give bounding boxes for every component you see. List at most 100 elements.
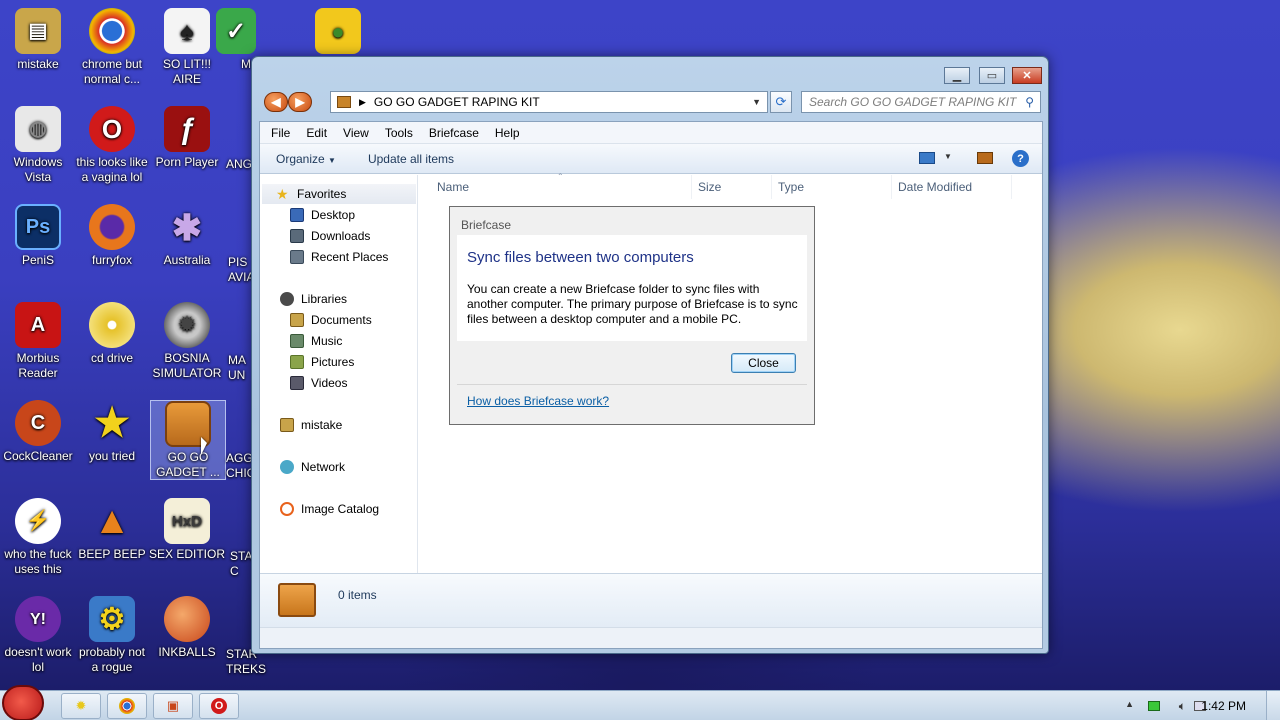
desktop-icon-bosnia-simulator[interactable]: ✹ BOSNIA SIMULATOR [149, 302, 225, 381]
clock[interactable]: 1:42 PM [1201, 699, 1246, 713]
menu-file[interactable]: File [263, 126, 298, 140]
desktop-icon-you-tried[interactable]: ★ you tried [74, 400, 150, 464]
dialog-close-button[interactable]: Close [731, 353, 796, 373]
search-icon[interactable]: ⚲ [1025, 95, 1034, 109]
minimize-button[interactable]: ▁ [944, 67, 970, 84]
desktop-icon-chrome[interactable]: chrome but normal c... [74, 8, 150, 87]
desktop-icon-partial-pig[interactable]: ● [312, 8, 364, 57]
desktop-icon-label: CockCleaner [3, 449, 73, 463]
breadcrumb[interactable]: GO GO GADGET RAPING KIT [374, 95, 540, 109]
pig-icon: ● [315, 8, 361, 54]
nav-label: Downloads [311, 229, 371, 243]
help-link[interactable]: How does Briefcase work? [467, 394, 609, 408]
desktop-icon-label: BEEP BEEP [78, 547, 146, 561]
desktop-icon-go-go-gadget[interactable]: GO GO GADGET ... [150, 400, 226, 480]
column-size[interactable]: Size [698, 175, 772, 199]
nav-network[interactable]: Network [280, 457, 345, 477]
forward-button[interactable]: ▶ [288, 92, 312, 112]
music-icon [290, 334, 304, 348]
tray-expand-icon[interactable]: ▲ [1125, 699, 1134, 709]
command-bar: Organize ▼ Update all items ▼ ? [260, 144, 1042, 174]
desktop-icon-opera[interactable]: O this looks like a vagina lol [74, 106, 150, 185]
desktop-icon-cd-drive[interactable]: cd drive [74, 302, 150, 366]
libraries-icon [280, 292, 294, 306]
desktop-icon-inkballs[interactable]: INKBALLS [149, 596, 225, 660]
dialog-body: Sync files between two computers You can… [457, 235, 807, 341]
window-close-button[interactable]: ✕ [1012, 67, 1042, 84]
address-bar[interactable]: ▶ GO GO GADGET RAPING KIT ▼ [330, 91, 768, 113]
taskbar-item-explorer[interactable]: ✹ [61, 693, 101, 719]
refresh-button[interactable]: ⟳ [770, 91, 792, 113]
desktop-icon-label: Australia [163, 253, 211, 267]
nav-desktop[interactable]: Desktop [290, 205, 355, 225]
update-all-button[interactable]: Update all items [352, 152, 470, 166]
desktop-icon-label: SEX EDITIOR [149, 547, 226, 561]
back-button[interactable]: ◀ [264, 92, 288, 112]
desktop-icon-beep-beep[interactable]: ▲ BEEP BEEP [74, 498, 150, 562]
vlc-cone-icon: ▲ [93, 499, 131, 542]
nav-documents[interactable]: Documents [290, 310, 372, 330]
address-dropdown-icon[interactable]: ▼ [752, 97, 761, 107]
desktop-icon-probably-not-rogue[interactable]: ⚙ probably not a rogue [74, 596, 150, 675]
taskbar-item-opera[interactable]: O [199, 693, 239, 719]
preview-pane-icon[interactable] [977, 152, 993, 164]
desktop-icon-label: M [241, 57, 251, 71]
nav-label: Pictures [311, 355, 355, 369]
desktop-icon-penis[interactable]: Ps PeniS [0, 204, 76, 268]
firefox-icon [89, 204, 135, 250]
desktop-icon-doesnt-work[interactable]: Y! doesn't work lol [0, 596, 76, 675]
nav-libraries[interactable]: Libraries [280, 289, 347, 309]
desktop-icon-porn-player[interactable]: ƒ Porn Player [149, 106, 225, 170]
desktop-icon-so-lit[interactable]: ♠ SO LIT!!! AIRE [149, 8, 225, 87]
desktop-icon-sex-editior[interactable]: HxD SEX EDITIOR [149, 498, 225, 562]
taskbar-item-chrome[interactable] [107, 693, 147, 719]
desktop-icon-mistake[interactable]: ▤ mistake [0, 8, 76, 72]
shield-check-icon: ✓ [216, 8, 256, 54]
menu-edit[interactable]: Edit [298, 126, 335, 140]
lightning-icon: ⚡ [15, 498, 61, 544]
navigation-bar: ◀ ▶ ▶ GO GO GADGET RAPING KIT ▼ ⟳ Search… [260, 89, 1044, 115]
desktop-icon-windows-vista[interactable]: ◍ Windows Vista [0, 106, 76, 185]
desktop-icon-australia[interactable]: ✱ Australia [149, 204, 225, 268]
column-name[interactable]: Name ⌃ [437, 172, 692, 199]
view-dropdown-icon[interactable]: ▼ [944, 152, 952, 161]
mouse-cursor [201, 437, 207, 455]
help-icon[interactable]: ? [1012, 150, 1029, 167]
desktop-icon-morbius-reader[interactable]: A Morbius Reader [0, 302, 76, 381]
pictures-icon [290, 355, 304, 369]
nav-downloads[interactable]: Downloads [290, 226, 370, 246]
nav-image-catalog[interactable]: Image Catalog [280, 499, 379, 519]
nav-label: Image Catalog [301, 502, 380, 516]
battery-icon[interactable] [1148, 701, 1160, 711]
taskbar-item-media[interactable]: ▣ [153, 693, 193, 719]
desktop-icon-who-uses-this[interactable]: ⚡ who the fuck uses this [0, 498, 76, 577]
column-label: Size [698, 180, 722, 194]
start-button[interactable] [2, 685, 44, 720]
maximize-button[interactable]: ▭ [979, 67, 1005, 84]
show-desktop-button[interactable] [1266, 691, 1280, 720]
desktop-icon-label: SO LIT!!! AIRE [162, 57, 211, 86]
nav-user[interactable]: mistake [280, 415, 342, 435]
nav-music[interactable]: Music [290, 331, 342, 351]
nav-pictures[interactable]: Pictures [290, 352, 354, 372]
desktop-icon-label: Windows Vista [13, 155, 63, 184]
menu-help[interactable]: Help [487, 126, 528, 140]
menu-view[interactable]: View [335, 126, 377, 140]
cd-icon [89, 302, 135, 348]
column-type[interactable]: Type [778, 175, 892, 199]
breadcrumb-arrow-icon[interactable]: ▶ [359, 97, 366, 108]
search-input[interactable]: Search GO GO GADGET RAPING KIT ⚲ [801, 91, 1041, 113]
column-date-modified[interactable]: Date Modified [898, 175, 1012, 199]
organize-button[interactable]: Organize ▼ [260, 152, 352, 166]
menu-tools[interactable]: Tools [377, 126, 421, 140]
desktop-icon-furryfox[interactable]: furryfox [74, 204, 150, 268]
nav-videos[interactable]: Videos [290, 373, 347, 393]
desktop-icon-cockcleaner[interactable]: C CockCleaner [0, 400, 76, 464]
nav-favorites[interactable]: ★ Favorites [262, 184, 416, 204]
menu-briefcase[interactable]: Briefcase [421, 126, 487, 140]
desktop-icon-partial-shield[interactable]: ✓ M [216, 8, 256, 72]
nav-recent-places[interactable]: Recent Places [290, 247, 388, 267]
volume-icon[interactable]: 🔈︎ [1179, 699, 1186, 714]
view-options-icon[interactable] [919, 152, 935, 164]
desktop-icon-label: Morbius Reader [16, 351, 60, 380]
